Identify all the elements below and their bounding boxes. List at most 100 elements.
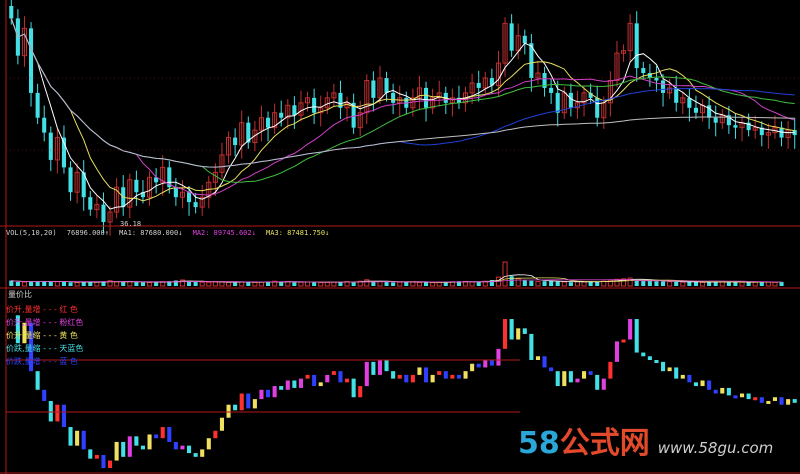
vpr-bar [595, 374, 600, 390]
volume-bar [772, 281, 778, 287]
vpr-bar [154, 434, 159, 439]
vpr-bar [35, 371, 40, 390]
vpr-bar [786, 399, 791, 405]
ma20-line [10, 18, 795, 196]
volume-bar [436, 281, 442, 287]
vpr-bar [48, 400, 53, 422]
volume-bar [298, 281, 304, 287]
volume-bar [74, 282, 80, 287]
candle-body [35, 92, 40, 118]
vpr-bar [509, 319, 514, 340]
volume-bar [391, 282, 396, 286]
vpr-bar [450, 374, 455, 379]
volume-bar [140, 282, 145, 286]
vpr-bar [575, 378, 580, 383]
volume-bar [187, 281, 192, 286]
volume-bar [746, 282, 751, 286]
vpr-bar [371, 361, 376, 375]
vpr-bar [766, 400, 771, 404]
vpr-legend: 价升,量增 - - - 红 色 价升,量增 - - - 粉红色 价升,量缩 - … [6, 303, 83, 368]
panel-dividers [0, 0, 800, 474]
volume-bar [542, 281, 547, 286]
vpr-bar [489, 360, 494, 366]
vpr-bar [779, 397, 784, 405]
volume-bar [15, 281, 20, 286]
volume-bar [88, 282, 93, 286]
candle-body [279, 112, 284, 118]
candle-body [391, 92, 396, 103]
vpr-bar [81, 430, 86, 450]
volume-bar [687, 281, 692, 286]
vpr-bar [325, 374, 330, 383]
legend-item: 价升,量缩 - - - 黄 色 [6, 331, 78, 340]
volume-bar [318, 282, 324, 287]
volume-bar [549, 280, 554, 286]
candle-body [549, 87, 554, 93]
vpr-bar [187, 445, 192, 454]
volume-bar [674, 281, 679, 286]
vpr-bar [522, 328, 527, 334]
candle-body [674, 87, 679, 103]
volume-bar [522, 280, 527, 286]
vpr-bar [608, 361, 613, 379]
vpr-bar [463, 371, 468, 379]
vpr-bar [279, 386, 284, 390]
vpr-bar [397, 374, 402, 379]
volume-bar [726, 282, 731, 286]
candle-body [173, 187, 178, 198]
vpr-bar [377, 360, 382, 375]
vpr-bar [101, 454, 106, 468]
vpr-bar [720, 387, 725, 394]
ma5-line [10, 18, 795, 210]
candle-body [509, 23, 514, 51]
volume-bar [529, 280, 534, 286]
volume-bar [252, 281, 258, 287]
low-price-label: 36.18 [120, 220, 142, 228]
candle-body [371, 80, 376, 98]
vpr-bar [219, 417, 224, 431]
candle-body [29, 28, 34, 93]
volume-bar [733, 281, 738, 286]
vpr-bar [292, 380, 297, 388]
vpr-bar [167, 427, 172, 442]
vpr-bar [674, 367, 679, 379]
volume-bar [21, 281, 27, 287]
volume-bar [739, 281, 745, 287]
vpr-bar [740, 393, 745, 398]
candle-body [384, 78, 389, 93]
vpr-bar [529, 333, 534, 360]
vpr-bar [628, 319, 633, 340]
volume-bar [121, 281, 126, 286]
vpr-bar [430, 374, 435, 383]
volume-bar [114, 281, 120, 287]
volume-ma1: MA1: 87680.000↓ [119, 229, 183, 237]
volume-header: VOL(5,10,20) 76896.000↑ MA1: 87680.000↓ … [6, 229, 335, 237]
vpr-bar [661, 361, 666, 372]
volume-bar [535, 280, 541, 287]
candle-body [654, 78, 659, 81]
candle-body [687, 97, 692, 108]
vpr-bar [252, 399, 257, 409]
vpr-bar [298, 378, 303, 388]
vpr-bar [503, 319, 508, 349]
vpr-bar [134, 436, 139, 446]
volume-bar [574, 281, 580, 287]
volume-bar [424, 282, 429, 286]
vpr-bar [542, 356, 547, 368]
volume-bar [29, 281, 34, 286]
vpr-bar [345, 378, 350, 383]
vpr-bar [753, 397, 758, 401]
volume-bar [219, 281, 225, 287]
vpr-bar [700, 380, 705, 387]
vpr-bar [318, 382, 323, 387]
vpr-bar [404, 374, 409, 383]
candle-body [9, 6, 14, 19]
volume-bar [292, 282, 297, 286]
volume-bar [239, 281, 245, 287]
vpr-bar [114, 441, 119, 461]
candle-body [641, 68, 646, 74]
vpr-bar [759, 397, 764, 403]
moving-average-lines [10, 18, 795, 210]
volume-bar [779, 281, 784, 286]
volume-bar [404, 281, 409, 286]
